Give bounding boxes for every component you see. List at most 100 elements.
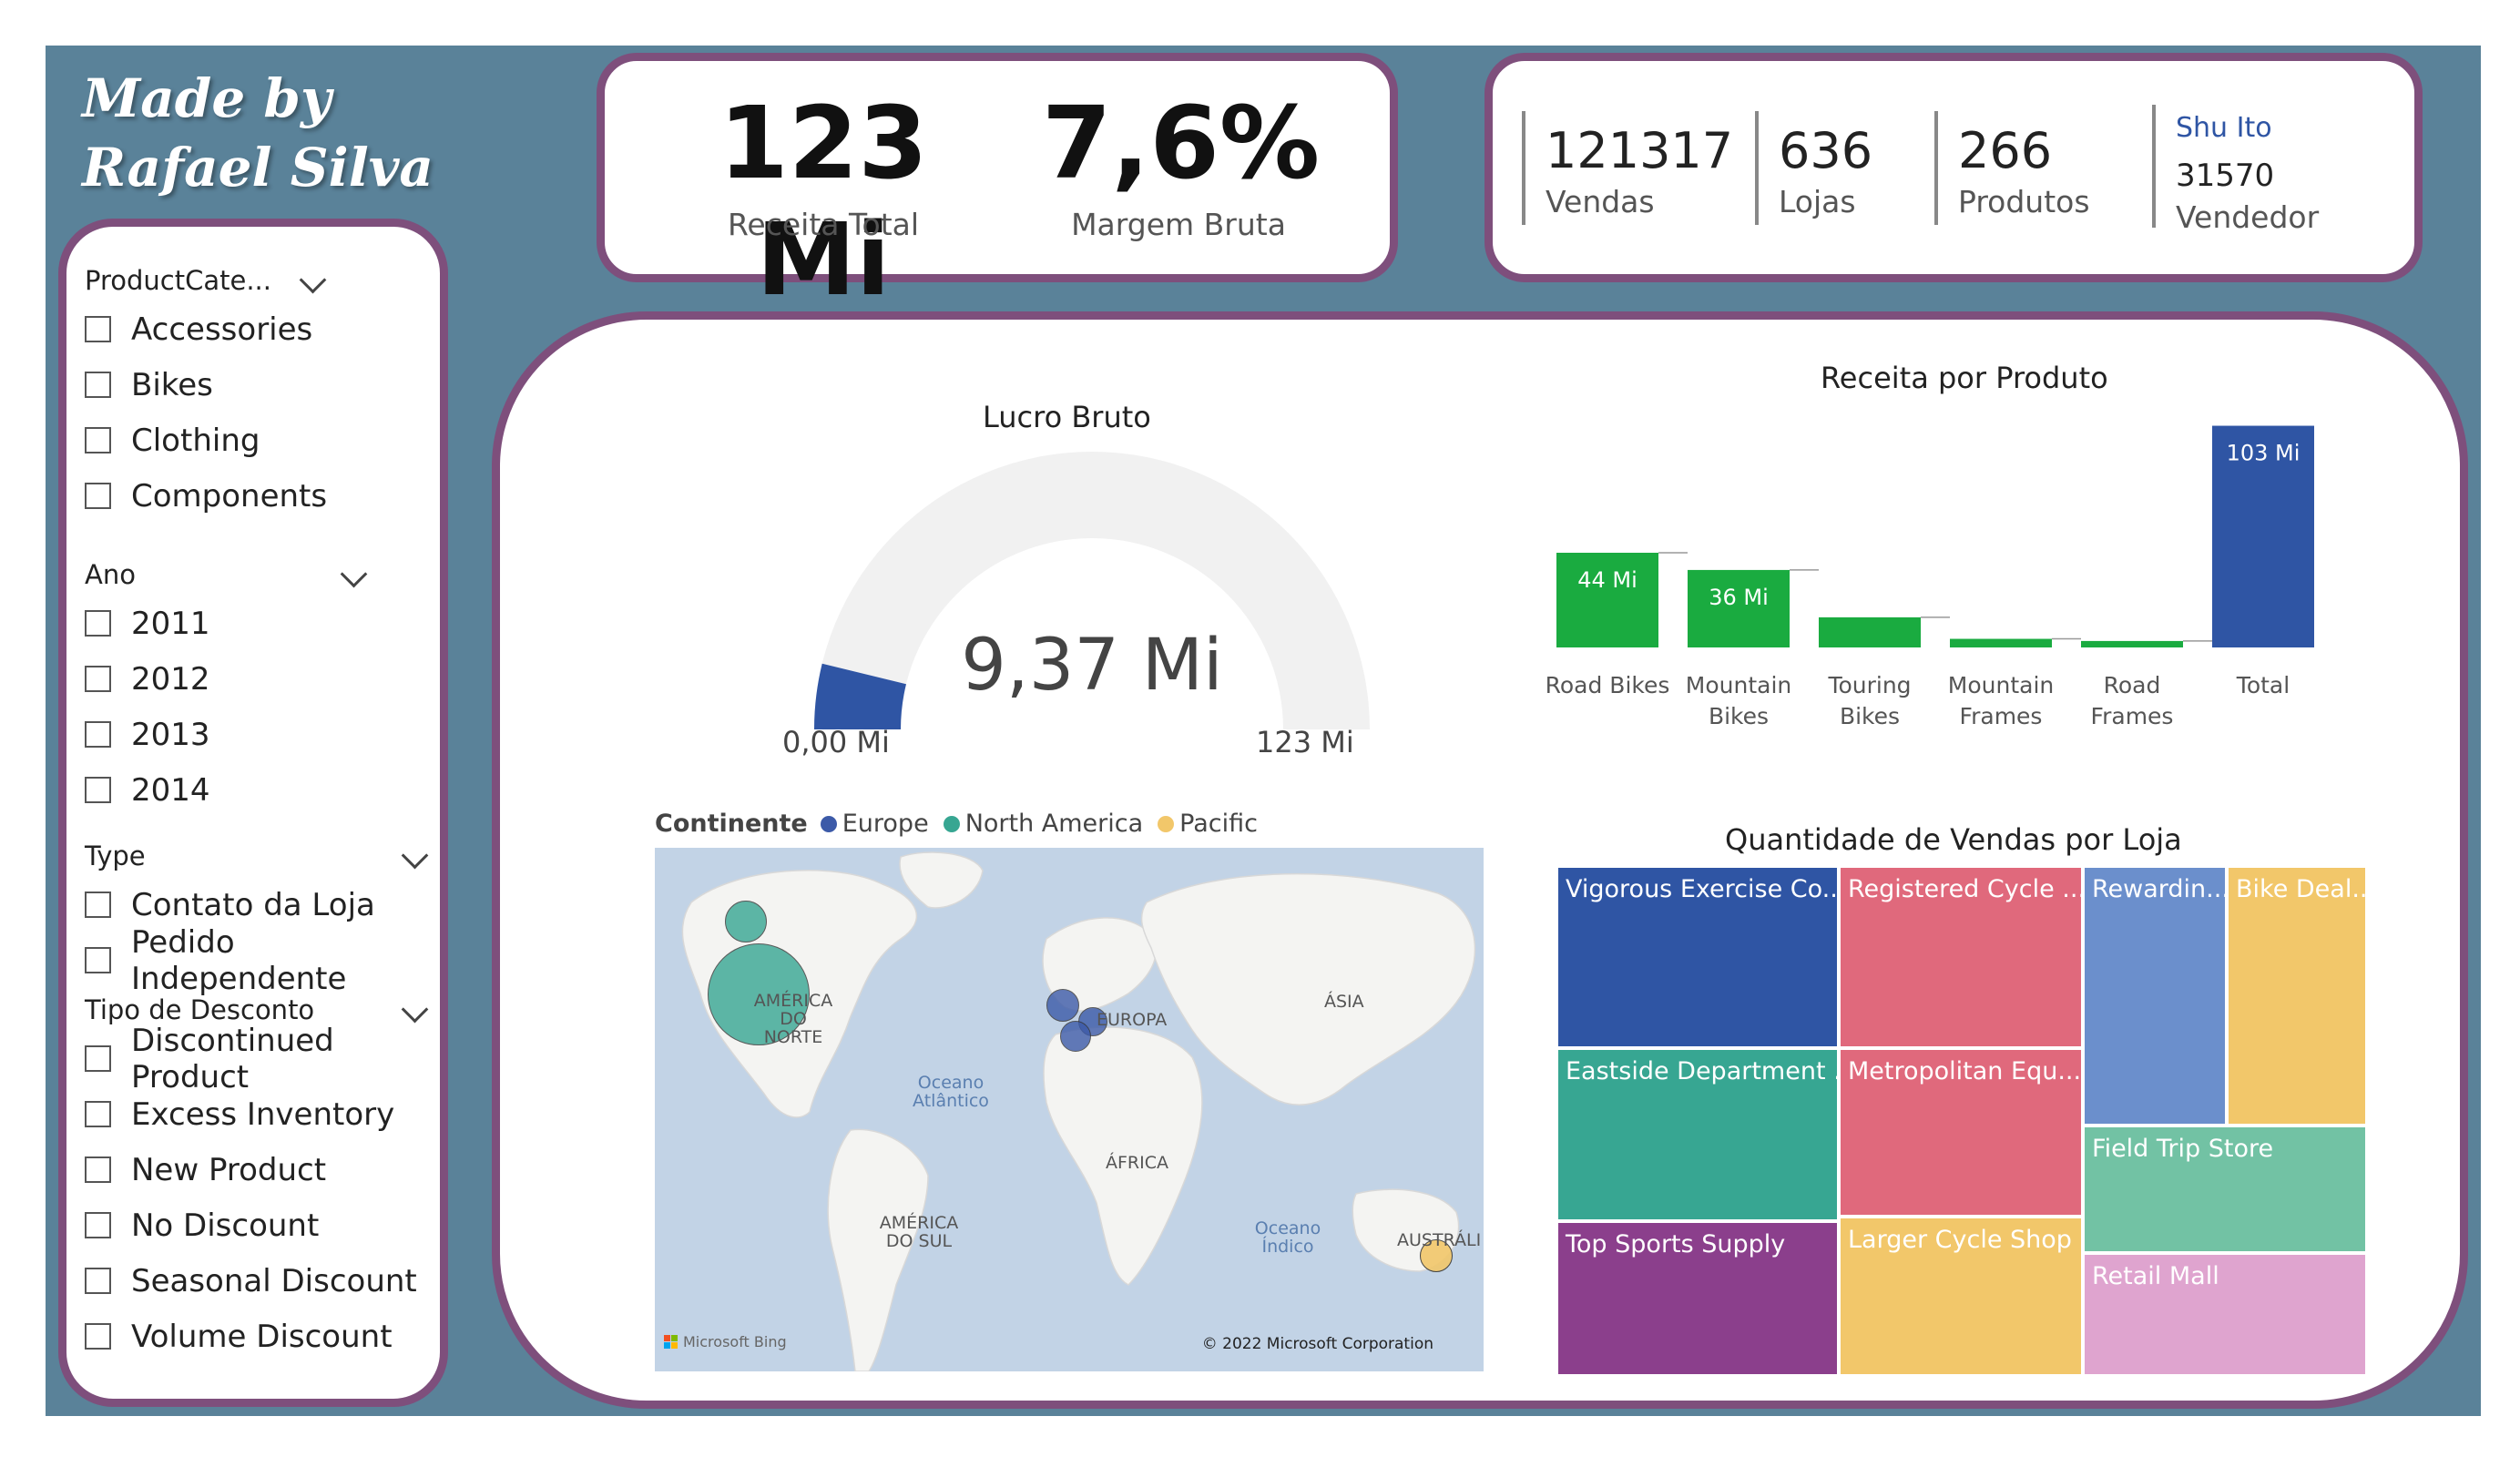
checkbox[interactable] (85, 427, 111, 453)
map-label-north-america: AMÉRICA DO NORTE (753, 991, 833, 1047)
bubble-north-america-small[interactable] (725, 901, 767, 942)
category-tick-label: Frames (2091, 703, 2174, 729)
revenue-label: Receita Total (727, 207, 920, 242)
waterfall-bar[interactable] (1819, 616, 1921, 647)
revenue-value: 123 Mi (719, 85, 928, 318)
category-tick-label: Road Bikes (1547, 672, 1669, 698)
map-label-australia: AUSTRÁLI (1397, 1230, 1482, 1250)
treemap-cell[interactable]: Vigorous Exercise Co... (1556, 866, 1839, 1048)
treemap-label: Top Sports Supply (1566, 1230, 1786, 1258)
option-label: Accessories (131, 311, 313, 348)
revenue-by-product-chart[interactable]: 44 Mi Road Bikes 36 Mi Mountain Bikes Touring… (1547, 402, 2385, 802)
slicer-title: Tipo de Desconto (85, 994, 315, 1025)
slicer-option[interactable]: Seasonal Discount (85, 1253, 440, 1309)
checkbox[interactable] (85, 483, 111, 509)
checkbox[interactable] (85, 892, 111, 918)
option-label: Components (131, 477, 328, 515)
divider (1522, 111, 1525, 225)
chevron-down-icon[interactable] (340, 560, 368, 588)
treemap-cell[interactable]: Top Sports Supply (1556, 1221, 1839, 1376)
legend-dot-pacific (1158, 815, 1175, 832)
slicer-option[interactable]: Accessories (85, 301, 440, 357)
slicer-option[interactable]: Bikes (85, 357, 440, 413)
store-sales-treemap[interactable]: Vigorous Exercise Co... Eastside Departme… (1556, 866, 2367, 1376)
checkbox[interactable] (85, 1212, 111, 1238)
gauge-value: 9,37 Mi (961, 625, 1223, 707)
treemap-cell[interactable]: Larger Cycle Shop (1839, 1217, 2083, 1376)
legend-dot-europe (820, 815, 837, 832)
waterfall-bar[interactable] (2081, 640, 2183, 647)
legend-title: Continente (655, 810, 808, 838)
checkbox[interactable] (85, 1156, 111, 1183)
slicer-option[interactable]: 2014 (85, 762, 440, 818)
checkbox[interactable] (85, 316, 111, 342)
treemap-cell[interactable]: Eastside Department ... (1556, 1048, 1839, 1221)
slicer-title: Ano (85, 559, 136, 590)
slicer-option[interactable]: Clothing (85, 413, 440, 468)
map-legend: Continente Europe North America Pacific (655, 810, 1258, 838)
slicer-option[interactable]: 2011 (85, 596, 440, 651)
category-tick-label: Touring (1827, 672, 1911, 698)
map-label-south-america: AMÉRICA DO SUL (879, 1213, 959, 1251)
map-label-atlantic: Oceano Atlântico (913, 1073, 989, 1111)
treemap-label: Retail Mall (2092, 1262, 2219, 1290)
waterfall-bar[interactable] (1950, 638, 2052, 647)
map-label-indian: Oceano Índico (1254, 1218, 1321, 1257)
option-label: Excess Inventory (131, 1095, 395, 1133)
treemap-label: Larger Cycle Shop (1848, 1226, 2072, 1254)
slicer-option[interactable]: 2012 (85, 651, 440, 707)
data-label: 36 Mi (1709, 585, 1769, 610)
treemap-cell[interactable]: Field Trip Store (2083, 1126, 2367, 1253)
option-label: 2012 (131, 660, 210, 698)
report-canvas: Made by Rafael Silva ProductCate... Acce… (46, 46, 2481, 1416)
chevron-down-icon[interactable] (401, 841, 429, 870)
slicer-header[interactable]: Tipo de Desconto (85, 994, 440, 1031)
slicer-header[interactable]: ProductCate... (85, 265, 440, 301)
world-map[interactable]: AMÉRICA DO NORTE AMÉRICA DO SUL EUROPA Á… (655, 848, 1484, 1371)
option-label: Bikes (131, 366, 213, 403)
visuals-panel: Lucro Bruto 9,37 Mi 0,00 Mi 123 Mi Conti… (492, 311, 2468, 1409)
treemap-cell[interactable]: Metropolitan Equ... (1839, 1048, 2083, 1217)
treemap-label: Vigorous Exercise Co... (1566, 875, 1839, 903)
treemap-label: Registered Cycle ... (1848, 875, 2083, 903)
margin-label: Margem Bruta (1071, 207, 1286, 242)
treemap-cell[interactable]: Registered Cycle ... (1839, 866, 2083, 1048)
treemap-cell[interactable]: Rewardin... (2083, 866, 2227, 1126)
option-label: Seasonal Discount (131, 1262, 417, 1299)
filter-panel: ProductCate... Accessories Bikes Clothin… (58, 219, 448, 1407)
seller-label: Vendedor (2176, 199, 2320, 235)
slicer-option[interactable]: No Discount (85, 1197, 440, 1253)
slicer-header[interactable]: Type (85, 841, 440, 877)
category-tick-label: Bikes (1709, 703, 1769, 729)
treemap-cell[interactable]: Retail Mall (2083, 1253, 2367, 1376)
chevron-down-icon[interactable] (401, 995, 429, 1024)
chevron-down-icon[interactable] (299, 266, 327, 294)
slicer-header[interactable]: Ano (85, 559, 440, 596)
divider (2152, 105, 2156, 228)
checkbox[interactable] (85, 1045, 111, 1072)
microsoft-logo-icon (664, 1335, 678, 1349)
checkbox[interactable] (85, 372, 111, 398)
checkbox[interactable] (85, 1268, 111, 1294)
checkbox[interactable] (85, 1101, 111, 1127)
checkbox[interactable] (85, 721, 111, 748)
checkbox[interactable] (85, 947, 111, 973)
legend-north-america: North America (964, 810, 1144, 838)
legend-europe: Europe (842, 810, 929, 838)
gross-profit-gauge[interactable] (773, 420, 1411, 766)
checkbox[interactable] (85, 1323, 111, 1350)
treemap-cell[interactable]: Bike Deal... (2227, 866, 2367, 1126)
slicer-option[interactable]: Volume Discount (85, 1309, 440, 1364)
slicer-option[interactable]: Discontinued Product (85, 1023, 440, 1095)
bubble-europe[interactable] (1046, 989, 1079, 1022)
slicer-option[interactable]: Pedido Independente (85, 924, 440, 997)
checkbox[interactable] (85, 666, 111, 692)
category-tick-label: Road (2104, 672, 2161, 698)
slicer-option[interactable]: Components (85, 468, 440, 524)
data-label: 103 Mi (2227, 441, 2301, 466)
bubble-europe[interactable] (1060, 1021, 1091, 1052)
slicer-option[interactable]: New Product (85, 1142, 440, 1197)
checkbox[interactable] (85, 610, 111, 637)
slicer-option[interactable]: 2013 (85, 707, 440, 762)
checkbox[interactable] (85, 777, 111, 803)
